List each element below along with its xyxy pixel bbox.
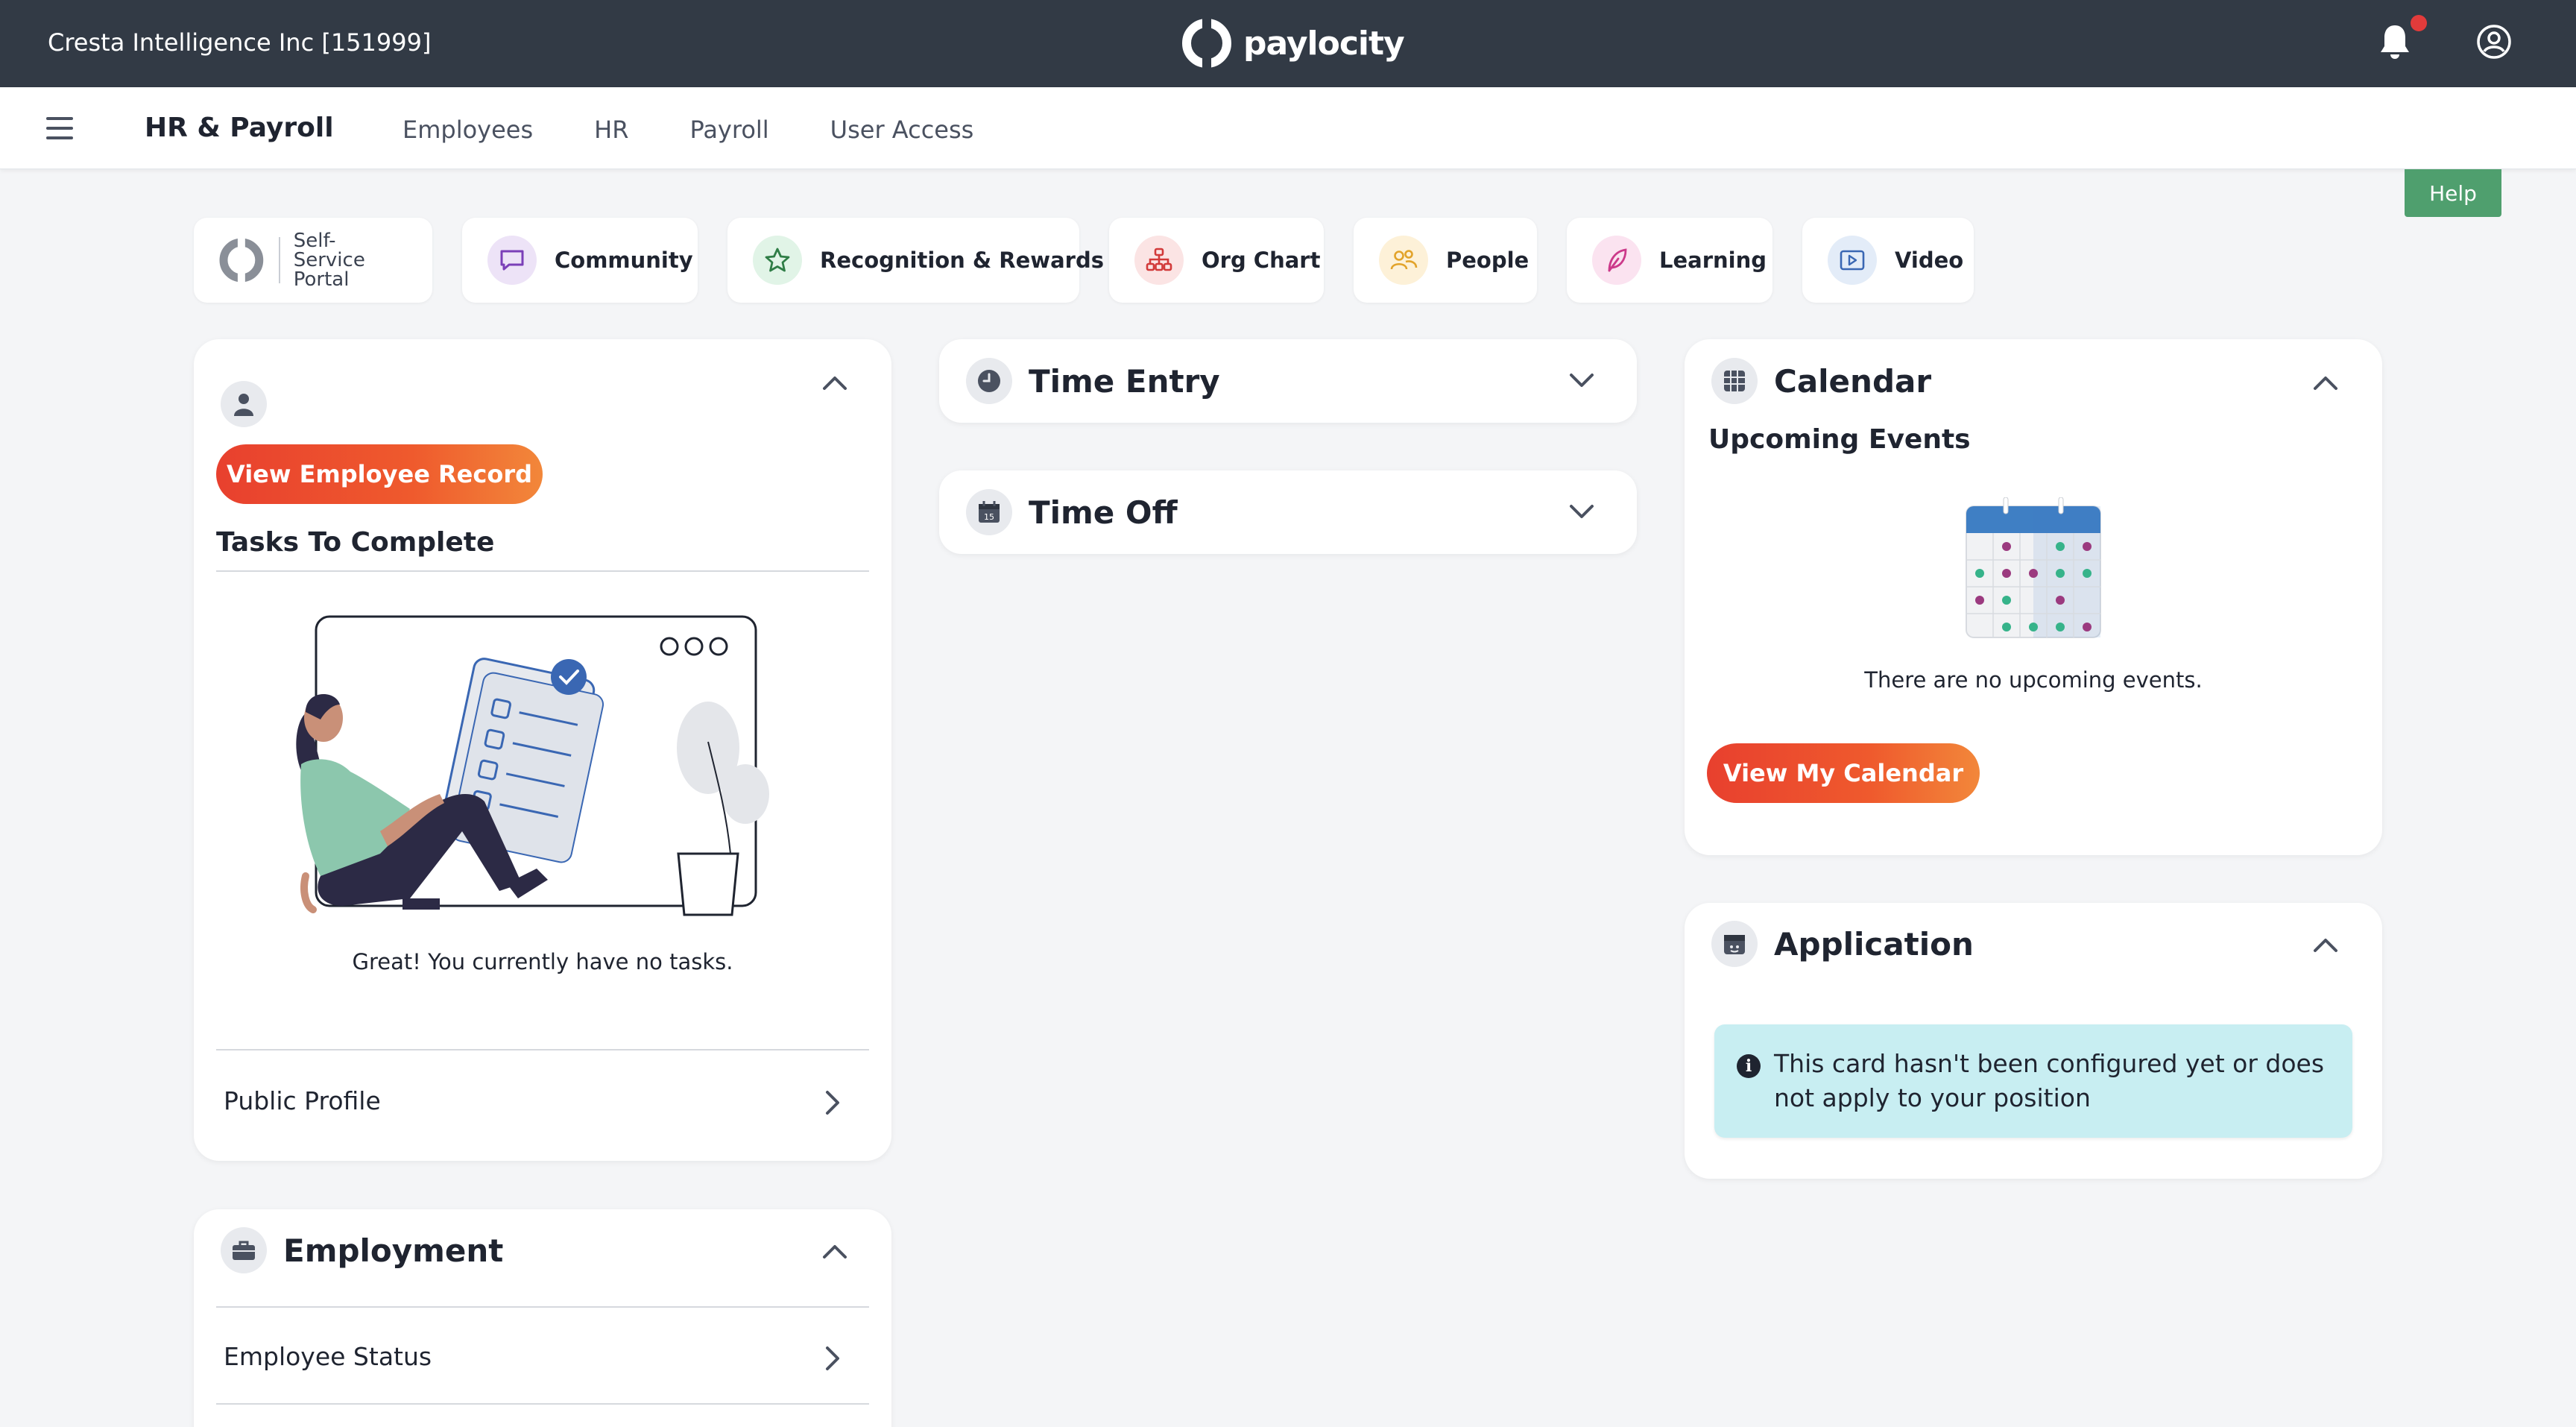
quick-link-learning[interactable]: Learning — [1567, 218, 1772, 303]
logo-text: paylocity — [1243, 24, 1405, 63]
employment-title: Employment — [283, 1232, 504, 1269]
employment-card: Employment Employee Status — [194, 1209, 891, 1427]
profile-card: View Employee Record Tasks To Complete G… — [194, 339, 891, 1161]
notification-badge — [2411, 15, 2427, 31]
expand-chevron-down-icon[interactable] — [1565, 365, 1598, 397]
quick-link-recognition-rewards[interactable]: Recognition & Rewards — [727, 218, 1104, 303]
calendar-empty-illustration-icon — [1966, 497, 2101, 638]
employment-header: Employment — [221, 1227, 503, 1273]
calendar-header: Calendar — [1711, 358, 1931, 404]
company-name[interactable]: Cresta Intelligence Inc [151999] — [48, 28, 431, 57]
video-label: Video — [1895, 248, 1964, 273]
quick-link-org-chart[interactable]: Org Chart — [1109, 218, 1324, 303]
divider — [216, 1403, 869, 1405]
application-icon — [1711, 921, 1758, 967]
briefcase-icon — [221, 1227, 267, 1273]
top-bar: Cresta Intelligence Inc [151999] payloci… — [0, 0, 2576, 87]
tasks-empty-illustration-icon — [296, 615, 769, 916]
person-icon — [221, 381, 267, 427]
calendar-card: Calendar Upcoming Events There are no up… — [1685, 339, 2382, 855]
no-events-message: There are no upcoming events. — [1864, 667, 2203, 693]
community-label: Community — [555, 248, 693, 273]
main-nav: HR & Payroll Employees HR Payroll User A… — [0, 87, 2576, 169]
nav-link-payroll[interactable]: Payroll — [689, 116, 768, 144]
menu-icon[interactable] — [46, 117, 73, 139]
public-profile-label: Public Profile — [224, 1086, 381, 1115]
video-icon — [1828, 236, 1877, 285]
chevron-right-icon — [826, 1346, 839, 1370]
calendar-day-icon: 15 — [966, 489, 1012, 535]
self-service-label: Self-Service Portal — [294, 231, 407, 289]
self-service-line1: Self-Service — [293, 230, 365, 271]
employee-status-label: Employee Status — [224, 1342, 432, 1371]
tasks-title: Tasks To Complete — [216, 527, 495, 558]
star-icon — [753, 236, 802, 285]
collapse-chevron-up-icon[interactable] — [2309, 928, 2342, 961]
user-account-icon[interactable] — [2476, 24, 2512, 60]
nav-link-hr[interactable]: HR — [594, 116, 628, 144]
quick-link-video[interactable]: Video — [1802, 218, 1974, 303]
employee-status-row[interactable]: Employee Status — [216, 1308, 869, 1403]
expand-chevron-down-icon[interactable] — [1565, 496, 1598, 529]
org-chart-icon — [1134, 236, 1184, 285]
application-info-alert: i This card hasn't been configured yet o… — [1714, 1024, 2352, 1138]
notification-bell-icon[interactable] — [2378, 22, 2412, 61]
people-icon — [1379, 236, 1428, 285]
paylocity-logo-icon — [1182, 19, 1231, 68]
time-off-card[interactable]: 15 Time Off — [939, 470, 1637, 554]
view-employee-record-button[interactable]: View Employee Record — [216, 444, 543, 504]
quick-link-community[interactable]: Community — [462, 218, 698, 303]
chat-icon — [487, 236, 537, 285]
calendar-grid-icon — [1711, 358, 1758, 404]
self-service-line2: Portal — [293, 268, 350, 291]
recognition-label: Recognition & Rewards — [820, 248, 1104, 273]
divider — [216, 570, 869, 572]
collapse-chevron-up-icon[interactable] — [818, 1235, 851, 1267]
self-service-logo-icon — [219, 238, 264, 283]
nav-link-user-access[interactable]: User Access — [830, 116, 974, 144]
help-button[interactable]: Help — [2405, 169, 2501, 217]
calendar-title: Calendar — [1774, 362, 1932, 400]
divider — [278, 237, 280, 283]
no-tasks-message: Great! You currently have no tasks. — [352, 949, 733, 974]
info-icon: i — [1737, 1054, 1761, 1078]
quick-link-self-service-portal[interactable]: Self-Service Portal — [194, 218, 432, 303]
nav-title[interactable]: HR & Payroll — [145, 113, 334, 143]
application-info-message: This card hasn't been configured yet or … — [1774, 1049, 2325, 1112]
time-entry-header: Time Entry — [966, 358, 1220, 404]
calendar-day-number: 15 — [984, 512, 994, 522]
clock-icon — [966, 358, 1012, 404]
people-label: People — [1446, 248, 1530, 273]
nav-link-employees[interactable]: Employees — [402, 116, 533, 144]
time-entry-card[interactable]: Time Entry — [939, 339, 1637, 423]
leaf-icon — [1592, 236, 1641, 285]
learning-label: Learning — [1659, 248, 1767, 273]
public-profile-row[interactable]: Public Profile — [216, 1050, 869, 1147]
time-entry-title: Time Entry — [1029, 362, 1220, 400]
quick-link-people[interactable]: People — [1354, 218, 1537, 303]
view-my-calendar-button[interactable]: View My Calendar — [1707, 743, 1980, 803]
time-off-header: 15 Time Off — [966, 489, 1178, 535]
time-off-title: Time Off — [1029, 494, 1178, 531]
upcoming-events-title: Upcoming Events — [1708, 424, 1971, 455]
application-header: Application — [1711, 921, 1974, 967]
application-title: Application — [1774, 925, 1974, 963]
chevron-right-icon — [826, 1091, 839, 1115]
collapse-chevron-up-icon[interactable] — [818, 366, 851, 399]
nav-links: Employees HR Payroll User Access — [402, 116, 973, 144]
paylocity-logo[interactable]: paylocity — [1182, 15, 1405, 72]
collapse-chevron-up-icon[interactable] — [2309, 366, 2342, 399]
org-chart-label: Org Chart — [1202, 248, 1321, 273]
